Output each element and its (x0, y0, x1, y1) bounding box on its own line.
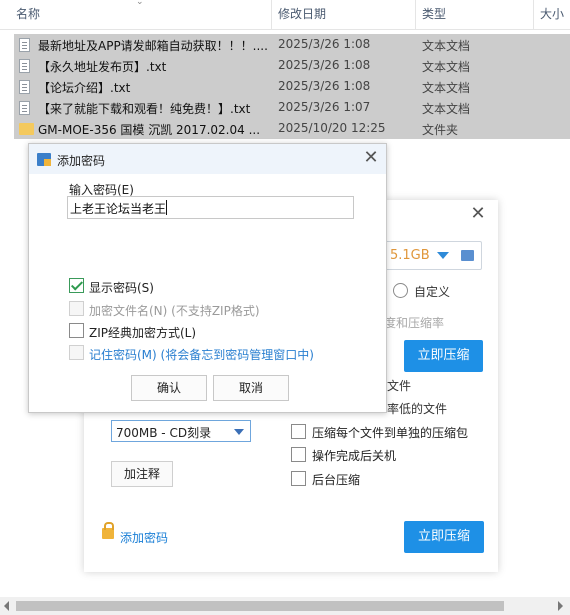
file-row[interactable]: 【论坛介绍】.txt 2025/3/26 1:08 文本文档 (14, 76, 570, 97)
file-name: 最新地址及APP请发邮箱自动获取！！！.... (38, 39, 268, 53)
partial-lowrate-label: 率低的文件 (387, 402, 448, 416)
password-value: 上老王论坛当老王 (70, 202, 167, 216)
checkbox[interactable] (69, 345, 84, 360)
file-type: 文本文档 (422, 81, 471, 95)
checkbox[interactable] (291, 447, 306, 462)
text-file-icon (19, 38, 30, 52)
folder-icon (19, 123, 34, 135)
file-row[interactable]: 【永久地址发布页】.txt 2025/3/26 1:08 文本文档 (14, 55, 570, 76)
checkbox[interactable] (291, 471, 306, 486)
zip-classic-label: ZIP经典加密方式(L) (89, 326, 197, 340)
file-row[interactable]: 【来了就能下载和观看！纯免费！】.txt 2025/3/26 1:07 文本文档 (14, 97, 570, 118)
file-date: 2025/3/26 1:07 (278, 100, 371, 114)
close-icon[interactable]: ✕ (470, 205, 486, 223)
file-type: 文本文档 (422, 39, 471, 53)
scroll-left-icon[interactable] (4, 601, 9, 611)
text-file-icon (19, 59, 30, 73)
split-volume-value: 700MB - CD刻录 (116, 426, 212, 440)
destination-combo[interactable]: 5.1GB (384, 241, 482, 270)
partial-file-label: 文件 (387, 379, 412, 393)
add-password-dialog: 添加密码 ✕ 输入密码(E) 上老王论坛当老王 显示密码(S) 加密文件名(N)… (28, 143, 387, 413)
checkbox[interactable] (69, 323, 84, 338)
column-date[interactable]: 修改日期 (272, 0, 416, 30)
checkbox-disabled (69, 301, 84, 316)
file-type: 文本文档 (422, 102, 471, 116)
file-date: 2025/3/26 1:08 (278, 58, 371, 72)
add-comment-button[interactable]: 加注释 (111, 461, 173, 487)
custom-radio-label: 自定义 (414, 285, 451, 299)
speed-ratio-label: 度和压缩率 (384, 316, 445, 330)
lock-icon (102, 522, 114, 539)
file-type: 文件夹 (422, 123, 459, 137)
file-date: 2025/3/26 1:08 (278, 37, 371, 51)
compress-now-button[interactable]: 立即压缩 (404, 340, 483, 372)
checkbox-checked[interactable] (69, 278, 84, 293)
chevron-down-icon[interactable] (234, 429, 244, 435)
option-label: 后台压缩 (312, 473, 361, 487)
dialog-title: 添加密码 (57, 154, 106, 168)
column-size[interactable]: 大小 (534, 0, 570, 30)
password-input[interactable]: 上老王论坛当老王 (67, 196, 354, 219)
file-row[interactable]: 最新地址及APP请发邮箱自动获取！！！.... 2025/3/26 1:08 文… (14, 34, 570, 55)
app-icon (37, 153, 51, 166)
scroll-thumb[interactable] (16, 601, 504, 611)
custom-radio[interactable] (393, 283, 408, 298)
dialog-titlebar[interactable]: 添加密码 ✕ (29, 144, 386, 174)
column-type[interactable]: 类型 (416, 0, 534, 30)
cancel-button[interactable]: 取消 (213, 375, 289, 401)
compress-now-bottom-button[interactable]: 立即压缩 (404, 521, 484, 553)
split-volume-select[interactable]: 700MB - CD刻录 (111, 420, 251, 442)
option-label: 压缩每个文件到单独的压缩包 (312, 426, 469, 440)
remember-password-label: 记住密码(M) (将会备忘到密码管理窗口中) (89, 348, 314, 362)
ok-button[interactable]: 确认 (131, 375, 207, 401)
file-date: 2025/10/20 12:25 (278, 121, 386, 135)
file-date: 2025/3/26 1:08 (278, 79, 371, 93)
close-icon[interactable]: ✕ (363, 149, 379, 167)
file-name: 【永久地址发布页】.txt (38, 60, 167, 74)
encrypt-filenames-label: 加密文件名(N) (不支持ZIP格式) (89, 304, 260, 318)
column-header-bar: ⌄ 名称 修改日期 类型 大小 (0, 0, 570, 30)
text-file-icon (19, 80, 30, 94)
dropdown-arrow-icon[interactable] (437, 252, 449, 259)
text-caret (166, 200, 167, 215)
scroll-right-icon[interactable] (558, 601, 563, 611)
file-name: 【论坛介绍】.txt (38, 81, 131, 95)
browse-folder-icon[interactable] (461, 250, 474, 261)
option-label: 操作完成后关机 (312, 449, 397, 463)
file-type: 文本文档 (422, 60, 471, 74)
add-password-link[interactable]: 添加密码 (120, 529, 168, 546)
checkbox[interactable] (291, 424, 306, 439)
free-space-label: 5.1GB (390, 248, 430, 263)
show-password-label: 显示密码(S) (89, 281, 154, 295)
horizontal-scrollbar[interactable] (0, 597, 570, 615)
folder-row[interactable]: GM-MOE-356 国模 沉凯 2017.02.04 ... 2025/10/… (14, 118, 570, 139)
file-name: GM-MOE-356 国模 沉凯 2017.02.04 ... (38, 123, 261, 137)
column-name[interactable]: 名称 (10, 0, 272, 30)
text-file-icon (19, 101, 30, 115)
file-name: 【来了就能下载和观看！纯免费！】.txt (38, 102, 251, 116)
